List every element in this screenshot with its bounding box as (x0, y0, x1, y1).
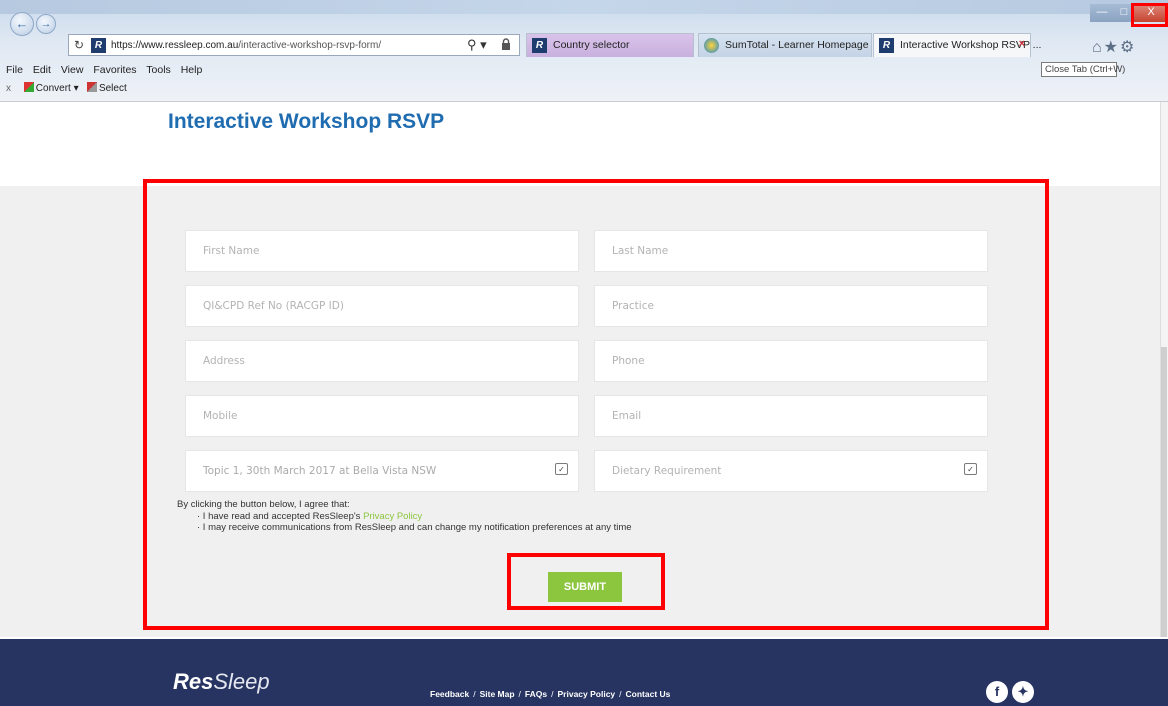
page-content: Interactive Workshop RSVP First Name Las… (0, 102, 1168, 706)
pdf-convert-icon (23, 82, 34, 92)
site-footer: ResSleep Feedback / Site Map / FAQs / Privacy … (0, 639, 1168, 706)
footer-link-feedback[interactable]: Feedback (430, 689, 469, 699)
address-bar[interactable]: ↻ R https://www.ressleep.com.au/interact… (68, 34, 520, 56)
home-icon[interactable]: ⌂ (1092, 39, 1104, 56)
menu-bar: File Edit View Favorites Tools Help (6, 64, 206, 76)
site-favicon-icon: R (91, 38, 106, 53)
menu-tools[interactable]: Tools (146, 64, 171, 76)
scrollbar-thumb[interactable] (1161, 347, 1167, 637)
facebook-icon[interactable]: f (986, 681, 1008, 703)
forward-button[interactable]: → (36, 14, 56, 34)
address-url[interactable]: https://www.ressleep.com.au/interactive-… (111, 40, 381, 51)
ie-icon (704, 38, 719, 53)
menu-edit[interactable]: Edit (33, 64, 51, 76)
menu-view[interactable]: View (61, 64, 84, 76)
menu-favorites[interactable]: Favorites (93, 64, 136, 76)
footer-link-site-map[interactable]: Site Map (480, 689, 515, 699)
close-highlight-box (1131, 3, 1168, 27)
footer-link-faqs[interactable]: FAQs (525, 689, 547, 699)
tab-country-selector[interactable]: R Country selector (526, 33, 694, 57)
ressleep-logo[interactable]: ResSleep (173, 669, 270, 695)
lock-icon (502, 38, 510, 50)
footer-link-contact-us[interactable]: Contact Us (626, 689, 671, 699)
menu-file[interactable]: File (6, 64, 23, 76)
twitter-icon[interactable]: ✦ (1012, 681, 1034, 703)
toolbar-icons: ⌂★⚙ (1092, 37, 1136, 57)
close-tab-tooltip: Close Tab (Ctrl+W) (1041, 62, 1125, 77)
page-title: Interactive Workshop RSVP (168, 110, 445, 133)
command-bar: x Convert ▾ Select (6, 82, 127, 94)
footer-link-privacy-policy[interactable]: Privacy Policy (558, 689, 616, 699)
footer-links: Feedback / Site Map / FAQs / Privacy Policy / Co… (430, 689, 671, 699)
browser-chrome: ← → ↻ R https://www.ressleep.com.au/inte… (0, 0, 1168, 102)
submit-highlight-box (507, 553, 665, 610)
select-icon (86, 82, 97, 92)
refresh-icon[interactable]: ↻ (74, 38, 84, 52)
command-bar-close-icon[interactable]: x (6, 83, 11, 94)
tab-label: Country selector (553, 39, 630, 51)
menu-help[interactable]: Help (181, 64, 203, 76)
gear-icon[interactable]: ⚙ (1120, 39, 1136, 56)
tab-label: SumTotal - Learner Homepage (725, 39, 869, 51)
favorites-star-icon[interactable]: ★ (1104, 39, 1120, 56)
site-favicon-icon: R (879, 38, 894, 53)
minimize-button[interactable]: — (1090, 4, 1114, 22)
convert-button[interactable]: Convert ▾ (23, 82, 79, 94)
back-button[interactable]: ← (10, 12, 34, 36)
site-favicon-icon: R (532, 38, 547, 53)
select-button[interactable]: Select (86, 82, 127, 94)
search-icon[interactable]: ⚲ ▾ (467, 37, 487, 53)
tab-close-icon[interactable]: × (1019, 38, 1025, 50)
tab-interactive-workshop[interactable]: R Interactive Workshop RSVP ... × (873, 33, 1041, 57)
title-bar (0, 0, 1168, 14)
tab-sumtotal[interactable]: SumTotal - Learner Homepage (698, 33, 872, 57)
